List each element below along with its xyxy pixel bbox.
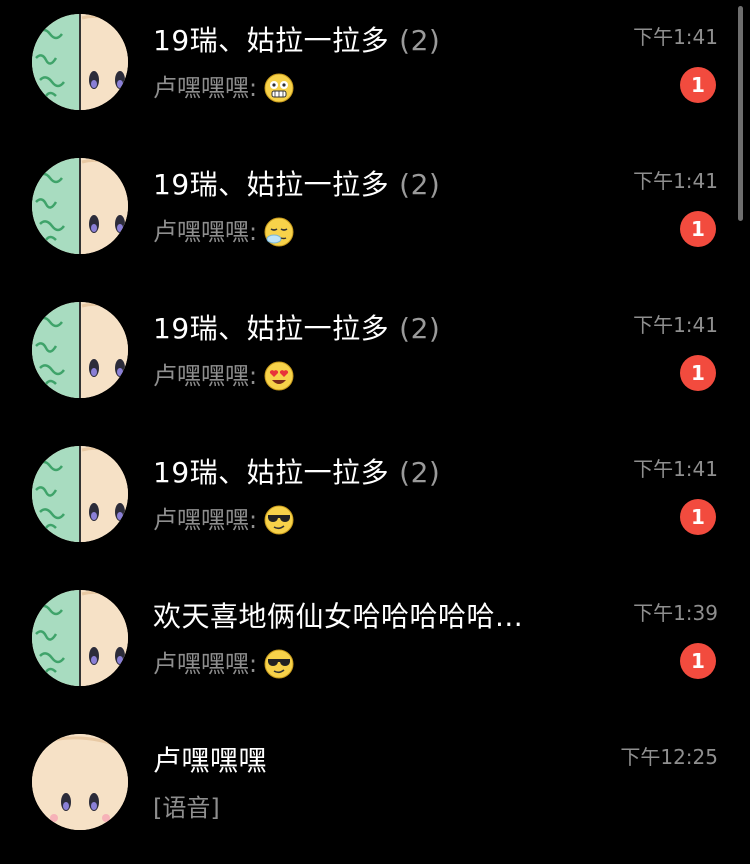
message-time: 下午1:41 bbox=[633, 25, 718, 49]
scrollbar[interactable] bbox=[738, 6, 743, 221]
contact-avatar[interactable] bbox=[32, 734, 128, 830]
conversation-row[interactable]: 19瑞、姑拉一拉多 (2) 卢嘿嘿嘿: 下午1:41 1 bbox=[0, 0, 750, 144]
member-count: (2) bbox=[399, 24, 441, 57]
half-doll-avatar-icon bbox=[32, 446, 128, 542]
title-text: 19瑞、姑拉一拉多 bbox=[153, 312, 390, 345]
conversation-title: 欢天喜地俩仙女哈哈哈哈哈... bbox=[153, 598, 533, 636]
title-text: 卢嘿嘿嘿 bbox=[153, 744, 268, 777]
member-count: (2) bbox=[399, 456, 441, 489]
unread-badge: 1 bbox=[680, 67, 716, 103]
message-time: 下午1:41 bbox=[633, 313, 718, 337]
sleepy-face-emoji-icon bbox=[264, 217, 294, 247]
conversation-row[interactable]: 19瑞、姑拉一拉多 (2) 卢嘿嘿嘿: 下午1:41 1 bbox=[0, 432, 750, 576]
group-avatar[interactable] bbox=[32, 446, 128, 542]
message-time: 下午12:25 bbox=[620, 745, 718, 769]
message-time: 下午1:39 bbox=[633, 601, 718, 625]
unread-badge: 1 bbox=[680, 499, 716, 535]
unread-badge: 1 bbox=[680, 355, 716, 391]
title-text: 19瑞、姑拉一拉多 bbox=[153, 168, 390, 201]
half-doll-avatar-icon bbox=[32, 302, 128, 398]
member-count: (2) bbox=[399, 312, 441, 345]
unread-badge: 1 bbox=[680, 643, 716, 679]
half-doll-avatar-icon bbox=[32, 590, 128, 686]
group-avatar[interactable] bbox=[32, 302, 128, 398]
conversation-title: 19瑞、姑拉一拉多 (2) bbox=[153, 22, 440, 60]
conversation-row[interactable]: 欢天喜地俩仙女哈哈哈哈哈... 卢嘿嘿嘿: 下午1:39 1 bbox=[0, 576, 750, 720]
conversation-row[interactable]: 卢嘿嘿嘿 [语音] 下午12:25 bbox=[0, 720, 750, 864]
conversation-title: 卢嘿嘿嘿 bbox=[153, 742, 267, 780]
preview-text: 卢嘿嘿嘿: bbox=[153, 74, 258, 102]
conversation-row[interactable]: 19瑞、姑拉一拉多 (2) 卢嘿嘿嘿: 下午1:41 1 bbox=[0, 144, 750, 288]
conversation-title: 19瑞、姑拉一拉多 (2) bbox=[153, 166, 440, 204]
preview-text: [语音] bbox=[153, 794, 220, 822]
preview-text: 卢嘿嘿嘿: bbox=[153, 362, 258, 390]
message-preview: 卢嘿嘿嘿: bbox=[153, 72, 295, 104]
title-text: 欢天喜地俩仙女哈哈哈哈哈... bbox=[153, 600, 524, 633]
doll-avatar-icon bbox=[32, 734, 128, 830]
preview-text: 卢嘿嘿嘿: bbox=[153, 506, 258, 534]
conversation-title: 19瑞、姑拉一拉多 (2) bbox=[153, 454, 440, 492]
message-time: 下午1:41 bbox=[633, 169, 718, 193]
preview-text: 卢嘿嘿嘿: bbox=[153, 218, 258, 246]
shocked-face-emoji-icon bbox=[264, 73, 294, 103]
title-text: 19瑞、姑拉一拉多 bbox=[153, 456, 390, 489]
message-preview: 卢嘿嘿嘿: bbox=[153, 504, 295, 536]
conversation-list: 19瑞、姑拉一拉多 (2) 卢嘿嘿嘿: 下午1:41 1 19瑞、姑拉一拉多 (… bbox=[0, 0, 750, 830]
message-preview: 卢嘿嘿嘿: bbox=[153, 360, 295, 392]
preview-text: 卢嘿嘿嘿: bbox=[153, 650, 258, 678]
sunglasses-face-emoji-icon bbox=[264, 649, 294, 679]
sunglasses-face-emoji-icon bbox=[264, 505, 294, 535]
heart-eyes-emoji-icon bbox=[264, 361, 294, 391]
unread-badge: 1 bbox=[680, 211, 716, 247]
conversation-title: 19瑞、姑拉一拉多 (2) bbox=[153, 310, 440, 348]
half-doll-avatar-icon bbox=[32, 14, 128, 110]
title-text: 19瑞、姑拉一拉多 bbox=[153, 24, 390, 57]
half-doll-avatar-icon bbox=[32, 158, 128, 254]
message-preview: 卢嘿嘿嘿: bbox=[153, 648, 295, 680]
message-time: 下午1:41 bbox=[633, 457, 718, 481]
group-avatar[interactable] bbox=[32, 590, 128, 686]
message-preview: [语音] bbox=[153, 792, 220, 824]
group-avatar[interactable] bbox=[32, 158, 128, 254]
conversation-row[interactable]: 19瑞、姑拉一拉多 (2) 卢嘿嘿嘿: 下午1:41 1 bbox=[0, 288, 750, 432]
message-preview: 卢嘿嘿嘿: bbox=[153, 216, 295, 248]
member-count: (2) bbox=[399, 168, 441, 201]
group-avatar[interactable] bbox=[32, 14, 128, 110]
